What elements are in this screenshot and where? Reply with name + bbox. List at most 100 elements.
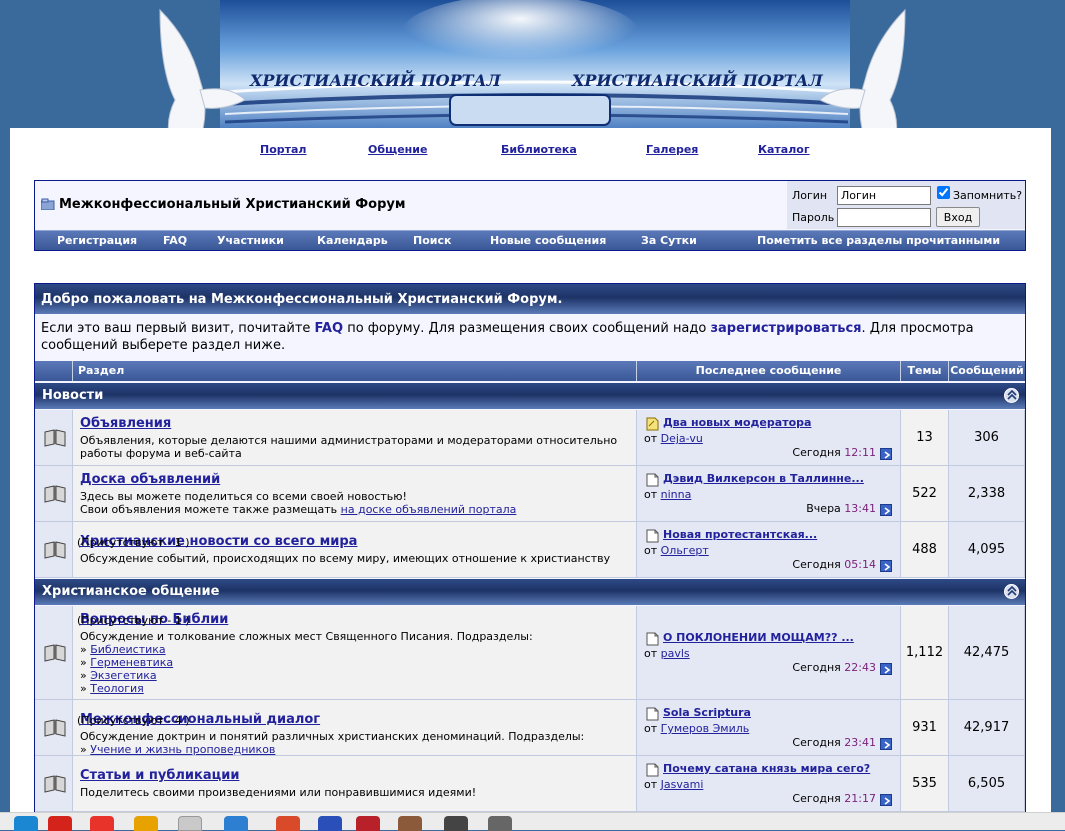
settings-icon[interactable] <box>488 816 512 831</box>
welcome-register-link[interactable]: зарегистрироваться <box>710 321 861 336</box>
last-post-author-link[interactable]: Deja-vu <box>661 432 703 445</box>
welcome-faq-link[interactable]: FAQ <box>315 321 344 336</box>
welcome-text-1: Если это ваш первый визит, почитайте <box>41 321 315 336</box>
windows-search-icon[interactable] <box>14 816 38 831</box>
category-header: Христианское общение <box>35 579 1025 605</box>
last-post-cell: О ПОКЛОНЕНИИ МОЩАМ?? ... от pavls Сегодня … <box>637 606 901 699</box>
navbar-members-link[interactable]: Участники <box>217 234 284 247</box>
file-explorer-icon[interactable] <box>134 816 158 831</box>
forum-row: Объявления Объявления, которые делаются н… <box>35 410 1025 466</box>
last-post-time: Сегодня 21:17 <box>792 792 876 805</box>
nav-library-link[interactable]: Библиотека <box>501 143 577 156</box>
last-post-title-link[interactable]: Новая протестантская... <box>663 528 817 541</box>
password-input[interactable] <box>837 208 931 227</box>
password-label: Пароль <box>792 211 835 224</box>
remember-checkbox[interactable] <box>937 186 950 199</box>
forum-info-cell: Межконфессиональный диалог (Присутствуют … <box>73 700 637 756</box>
last-post-author-link[interactable]: pavls <box>661 647 690 660</box>
navbar-new-posts-link[interactable]: Новые сообщения <box>490 234 606 247</box>
calendar-icon[interactable] <box>224 816 248 831</box>
category-name[interactable]: Христианское общение <box>42 584 219 599</box>
forum-title-link[interactable]: Объявления <box>80 416 171 431</box>
login-input[interactable] <box>837 186 931 205</box>
forum-viewers-note: (Присутствуют - 4 ) <box>77 714 190 727</box>
subforum-bullet: » <box>80 682 87 695</box>
collapse-icon[interactable] <box>1004 584 1019 599</box>
last-post-cell: Дэвид Вилкерсон в Таллинне... от ninna Вче… <box>637 466 901 521</box>
last-post-title-link[interactable]: О ПОКЛОНЕНИИ МОЩАМ?? ... <box>663 631 854 644</box>
welcome-text-2: по форуму. Для размещения своих сообщени… <box>343 321 711 336</box>
terminal-icon[interactable] <box>178 816 202 831</box>
thread-count-cell: 522 <box>901 466 949 521</box>
forum-row: Доска объявлений Здесь вы можете поделить… <box>35 466 1025 522</box>
nav-gallery-link[interactable]: Галерея <box>646 143 698 156</box>
forum-status-cell <box>35 466 73 521</box>
collapse-icon[interactable] <box>1004 388 1019 403</box>
forum-title-link[interactable]: Доска объявлений <box>80 472 220 487</box>
subforum-item: » Теология <box>80 682 630 695</box>
navbar-register-link[interactable]: Регистрация <box>57 234 137 247</box>
post-count: 4,095 <box>967 542 1006 557</box>
thread-count: 522 <box>912 486 937 501</box>
navbar-faq-link[interactable]: FAQ <box>163 234 187 247</box>
forum-description-block: Здесь вы можете поделиться со всеми свое… <box>80 490 630 516</box>
opera-browser-icon[interactable] <box>48 816 72 831</box>
post-count: 306 <box>974 430 999 445</box>
last-post-author-link[interactable]: Ольгерт <box>661 544 709 557</box>
portal-nav: Портал Общение Библиотека Галерея Катало… <box>0 143 1065 159</box>
go-to-last-post-icon[interactable] <box>880 448 892 460</box>
post-count: 42,475 <box>963 645 1010 660</box>
last-post-title-link[interactable]: Sola Scriptura <box>663 706 751 719</box>
subforum-link[interactable]: Теология <box>90 682 144 695</box>
phone-icon[interactable] <box>318 816 342 831</box>
navbar-calendar-link[interactable]: Календарь <box>317 234 388 247</box>
last-post-by-label: от <box>644 488 658 501</box>
remember-label: Запомнить? <box>953 189 1023 202</box>
go-to-last-post-icon[interactable] <box>880 560 892 572</box>
last-post-author-link[interactable]: Гумеров Эмиль <box>661 722 750 735</box>
forum-row: Вопросы по Библии (Присутствуют - 1 ) Обсу… <box>35 606 1025 700</box>
yandex-browser-icon[interactable] <box>90 816 114 831</box>
last-post-cell: Почему сатана князь мира сего? от Jasvami… <box>637 756 901 811</box>
banner-right-text: ХРИСТИАНСКИЙ ПОРТАЛ <box>571 69 824 90</box>
last-post-title-link[interactable]: Почему сатана князь мира сего? <box>663 762 870 775</box>
go-to-last-post-icon[interactable] <box>880 663 892 675</box>
mail-icon[interactable] <box>276 816 300 831</box>
last-post-time: Сегодня 23:41 <box>792 736 876 749</box>
last-post-time: Сегодня 12:11 <box>792 446 876 459</box>
last-post-day: Сегодня <box>792 558 841 571</box>
forum-status-icon <box>44 429 66 451</box>
last-post-title-link[interactable]: Два новых модератора <box>663 416 811 429</box>
last-post-title-link[interactable]: Дэвид Вилкерсон в Таллинне... <box>663 472 864 485</box>
last-post-by-label: от <box>644 432 658 445</box>
col-last-post: Последнее сообщение <box>637 361 901 381</box>
forum-title-link[interactable]: Статьи и публикации <box>80 768 240 783</box>
login-button[interactable]: Вход <box>936 207 980 227</box>
navbar-mark-read-link[interactable]: Пометить все разделы прочитанными <box>757 234 1000 247</box>
contact-icon[interactable] <box>398 816 422 831</box>
subforum-link[interactable]: Библеистика <box>90 643 165 656</box>
login-label: Логин <box>792 189 828 202</box>
last-post-author-link[interactable]: Jasvami <box>661 778 704 791</box>
thread-count: 1,112 <box>905 645 944 660</box>
go-to-last-post-icon[interactable] <box>880 738 892 750</box>
nav-portal-link[interactable]: Портал <box>260 143 307 156</box>
last-post-author: от Ольгерт <box>644 544 709 557</box>
subforum-link[interactable]: Учение и жизнь проповедников <box>90 743 275 756</box>
camera-icon[interactable] <box>444 816 468 831</box>
nav-communication-link[interactable]: Общение <box>368 143 427 156</box>
navbar-daily-link[interactable]: За Сутки <box>641 234 697 247</box>
category-name[interactable]: Новости <box>42 388 103 403</box>
last-post-author: от pavls <box>644 647 690 660</box>
subforum-link[interactable]: Герменевтика <box>90 656 173 669</box>
last-post-author-link[interactable]: ninna <box>661 488 692 501</box>
subforum-bullet: » <box>80 656 87 669</box>
go-to-last-post-icon[interactable] <box>880 794 892 806</box>
nav-catalog-link[interactable]: Каталог <box>758 143 810 156</box>
forum-description-link[interactable]: на доске объявлений портала <box>341 503 517 516</box>
navbar-search-link[interactable]: Поиск <box>413 234 451 247</box>
subforum-link[interactable]: Экзегетика <box>90 669 156 682</box>
go-to-last-post-icon[interactable] <box>880 504 892 516</box>
subforum-bullet: » <box>80 743 87 756</box>
media-icon[interactable] <box>356 816 380 831</box>
